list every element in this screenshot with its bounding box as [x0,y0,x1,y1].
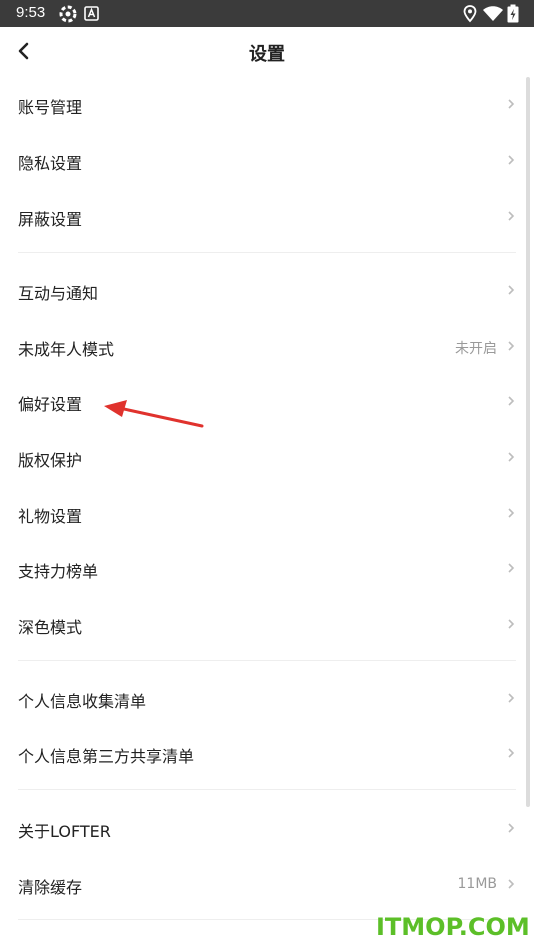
page-title: 设置 [249,44,285,65]
chevron-right-icon [508,452,515,462]
location-icon [463,5,477,23]
settings-item-dark-mode[interactable]: 深色模式 [0,596,534,652]
settings-item-label: 版权保护 [18,451,83,470]
watermark: ITMOP.COM [376,913,530,941]
settings-item-notifications[interactable]: 互动与通知 [0,262,534,318]
settings-item-label: 清除缓存 [18,878,83,897]
chevron-right-icon [508,341,515,351]
settings-gear-icon [59,5,77,23]
settings-item-label: 账号管理 [18,98,83,117]
settings-item-label: 偏好设置 [18,395,83,414]
settings-item-label: 个人信息收集清单 [18,692,147,711]
a-notification-icon [84,6,99,21]
chevron-right-icon [508,619,515,629]
settings-item-gifts[interactable]: 礼物设置 [0,485,534,541]
settings-item-support-ranking[interactable]: 支持力榜单 [0,540,534,596]
settings-item-minor-mode[interactable]: 未成年人模式 未开启 [0,318,534,374]
settings-item-personal-info-list[interactable]: 个人信息收集清单 [0,670,534,726]
section-divider [18,252,516,253]
settings-item-label: 屏蔽设置 [18,210,83,229]
settings-item-label: 隐私设置 [18,154,83,173]
chevron-right-icon [508,396,515,406]
settings-item-clear-cache[interactable]: 清除缓存 11MB [0,856,534,912]
settings-item-account[interactable]: 账号管理 [0,76,534,132]
status-time: 9:53 [16,4,46,21]
settings-item-label: 礼物设置 [18,507,83,526]
wifi-icon [483,6,503,21]
settings-item-label: 关于LOFTER [18,822,111,841]
chevron-right-icon [508,285,515,295]
battery-charging-icon [507,4,519,23]
settings-item-copyright[interactable]: 版权保护 [0,429,534,485]
section-divider [18,660,516,661]
chevron-right-icon [508,508,515,518]
chevron-right-icon [508,693,515,703]
chevron-right-icon [508,823,515,833]
chevron-right-icon [508,211,515,221]
settings-item-privacy[interactable]: 隐私设置 [0,132,534,188]
settings-item-preferences[interactable]: 偏好设置 [0,373,534,429]
settings-item-label: 未成年人模式 [18,340,115,359]
chevron-right-icon [508,155,515,165]
chevron-right-icon [508,99,515,109]
settings-item-about[interactable]: 关于LOFTER [0,800,534,856]
settings-item-block[interactable]: 屏蔽设置 [0,188,534,244]
settings-item-label: 支持力榜单 [18,562,99,581]
cache-size: 11MB [457,876,498,892]
settings-item-label: 互动与通知 [18,284,99,303]
minor-mode-status: 未开启 [455,341,497,357]
chevron-right-icon [508,748,515,758]
settings-item-label: 深色模式 [18,618,83,637]
settings-item-third-party-sharing[interactable]: 个人信息第三方共享清单 [0,725,534,781]
chevron-right-icon [508,563,515,573]
status-bar: 9:53 [0,0,534,27]
app-header: 设置 [0,27,534,77]
chevron-right-icon [508,879,515,889]
section-divider [18,789,516,790]
settings-item-label: 个人信息第三方共享清单 [18,747,195,766]
